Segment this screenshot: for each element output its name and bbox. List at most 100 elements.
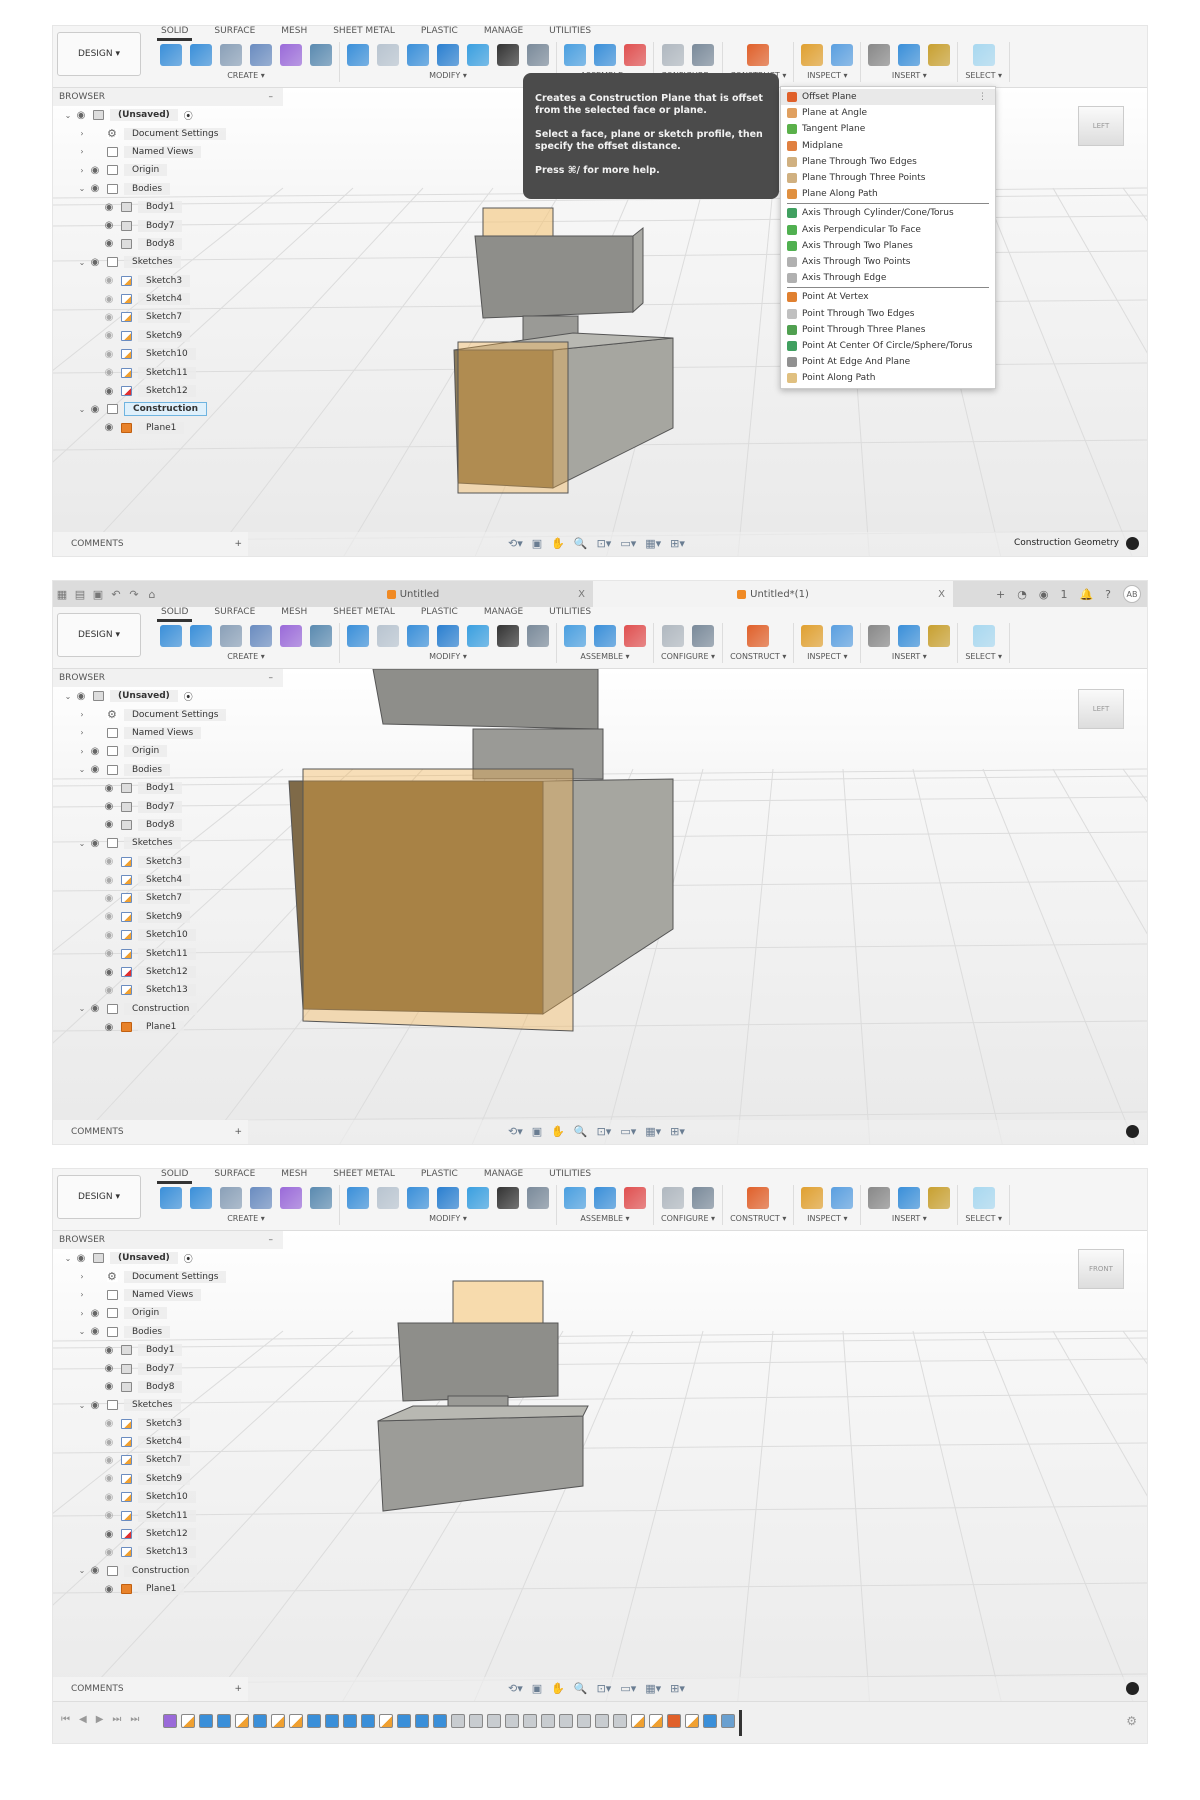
split-icon[interactable]: [310, 44, 332, 66]
tab-utilities[interactable]: UTILITIES: [549, 26, 591, 40]
browser-item-sketch4[interactable]: ◉ Sketch4: [53, 1433, 283, 1451]
select-dropdown[interactable]: SELECT ▾: [965, 652, 1002, 661]
expand-chevron-icon[interactable]: ⌄: [77, 1327, 87, 1336]
joint-icon[interactable]: [564, 1187, 586, 1209]
configure-dropdown[interactable]: CONFIGURE ▾: [661, 1214, 715, 1223]
model-body[interactable]: [377, 1415, 584, 1512]
menu-item-axis-through-edge[interactable]: Axis Through Edge: [781, 270, 995, 286]
browser-item-construction[interactable]: ⌄ ◉ Construction: [53, 1562, 283, 1580]
collapse-browser-button[interactable]: –: [269, 1235, 274, 1245]
activate-radio[interactable]: ⦿: [184, 690, 193, 703]
expand-chevron-icon[interactable]: ⌄: [77, 839, 87, 848]
fillet-icon[interactable]: [377, 625, 399, 647]
insert-derive-icon[interactable]: [868, 44, 891, 66]
menu-item-point-at-center-of-circle-sphere-torus[interactable]: Point At Center Of Circle/Sphere/Torus: [781, 338, 995, 354]
visibility-eye-icon[interactable]: ◉: [101, 1455, 117, 1466]
menu-item-point-at-vertex[interactable]: Point At Vertex: [781, 289, 995, 305]
new-component-icon[interactable]: [594, 625, 616, 647]
new-component-icon[interactable]: [594, 44, 616, 66]
document-tab[interactable]: Untitled X: [233, 581, 593, 607]
model-body[interactable]: [397, 1322, 559, 1402]
select-icon[interactable]: [972, 44, 995, 66]
visibility-eye-icon[interactable]: ◉: [101, 1529, 117, 1540]
grid-settings-icon[interactable]: ▦▾: [645, 1682, 661, 1695]
browser-item-document-settings[interactable]: › ⚙ Document Settings: [53, 1267, 283, 1285]
fit-icon[interactable]: ⊡▾: [597, 1125, 612, 1138]
modify-dropdown[interactable]: MODIFY ▾: [429, 71, 467, 80]
measure-icon[interactable]: [801, 1187, 824, 1209]
expand-chevron-icon[interactable]: ›: [77, 1290, 87, 1299]
tab-surface[interactable]: SURFACE: [214, 607, 255, 621]
browser-item-sketch13[interactable]: ◉ Sketch13: [53, 1543, 283, 1561]
visibility-eye-icon[interactable]: ◉: [87, 1326, 103, 1337]
visibility-eye-icon[interactable]: ◉: [101, 349, 117, 360]
avatar[interactable]: AB: [1123, 585, 1141, 603]
timeline-first-button[interactable]: ⏮: [61, 1714, 70, 1725]
timeline-settings-icon[interactable]: ⚙: [1126, 1714, 1137, 1728]
browser-item-plane1[interactable]: ◉ Plane1: [53, 1580, 283, 1598]
tab-sheet-metal[interactable]: SHEET METAL: [333, 26, 395, 40]
view-cube[interactable]: LEFT: [1078, 689, 1124, 729]
configure-icon[interactable]: [662, 44, 685, 66]
move-icon[interactable]: [497, 625, 519, 647]
browser-item-construction[interactable]: ⌄ ◉ Construction: [53, 1000, 283, 1018]
comments-panel[interactable]: COMMENTS +: [53, 1677, 248, 1701]
inspect-dropdown[interactable]: INSPECT ▾: [807, 652, 847, 661]
configure-dropdown[interactable]: CONFIGURE ▾: [661, 652, 715, 661]
browser-item-document-settings[interactable]: › ⚙ Document Settings: [53, 124, 283, 142]
browser-item-sketch3[interactable]: ◉ Sketch3: [53, 272, 283, 290]
expand-chevron-icon[interactable]: ⌄: [77, 1566, 87, 1575]
feature-icon[interactable]: [703, 1714, 717, 1728]
menu-item-plane-through-two-edges[interactable]: Plane Through Two Edges: [781, 154, 995, 170]
expand-chevron-icon[interactable]: ⌄: [63, 111, 73, 120]
look-at-icon[interactable]: ▣: [532, 1682, 542, 1695]
expand-chevron-icon[interactable]: ›: [77, 166, 87, 175]
browser-item-plane1[interactable]: ◉ Plane1: [53, 1018, 283, 1036]
press-pull-icon[interactable]: [347, 625, 369, 647]
table-icon[interactable]: [692, 44, 715, 66]
zoom-icon[interactable]: 🔍: [574, 1125, 588, 1138]
browser-item-unsaved[interactable]: ⌄ ◉ (Unsaved) ⦿: [53, 687, 283, 705]
chamfer-icon[interactable]: [407, 44, 429, 66]
visibility-eye-icon[interactable]: ◉: [101, 875, 117, 886]
save-icon[interactable]: ▣: [89, 588, 107, 601]
browser-item-named-views[interactable]: › Named Views: [53, 724, 283, 742]
menu-item-plane-at-angle[interactable]: Plane at Angle: [781, 105, 995, 121]
design-workspace-button[interactable]: DESIGN ▾: [57, 32, 141, 76]
browser-item-sketch11[interactable]: ◉ Sketch11: [53, 1506, 283, 1524]
visibility-eye-icon[interactable]: ◉: [87, 764, 103, 775]
grid-settings-icon[interactable]: ▦▾: [645, 537, 661, 550]
visibility-eye-icon[interactable]: ◉: [87, 257, 103, 268]
tab-solid[interactable]: SOLID: [156, 1169, 193, 1184]
visibility-eye-icon[interactable]: ◉: [101, 220, 117, 231]
table-icon[interactable]: [692, 625, 715, 647]
offset-plane-icon[interactable]: [747, 625, 770, 647]
create-dropdown[interactable]: CREATE ▾: [227, 71, 265, 80]
orbit-icon[interactable]: ⟲▾: [508, 537, 523, 550]
visibility-eye-icon[interactable]: ◉: [101, 238, 117, 249]
model-body[interactable]: [632, 226, 644, 314]
sketch-point-icon[interactable]: [250, 1187, 272, 1209]
extrude-icon[interactable]: [190, 625, 212, 647]
browser-item-named-views[interactable]: › Named Views: [53, 143, 283, 161]
browser-item-construction[interactable]: ⌄ ◉ Construction: [53, 400, 283, 418]
section-analysis-icon[interactable]: [831, 625, 854, 647]
browser-item-bodies[interactable]: ⌄ ◉ Bodies: [53, 1323, 283, 1341]
browser-item-origin[interactable]: › ◉ Origin: [53, 1304, 283, 1322]
browser-item-sketch9[interactable]: ◉ Sketch9: [53, 908, 283, 926]
table-icon[interactable]: [692, 1187, 715, 1209]
expand-chevron-icon[interactable]: ⌄: [77, 1401, 87, 1410]
timeline-play-button[interactable]: ▶: [96, 1714, 104, 1725]
viewports-icon[interactable]: ⊞▾: [670, 537, 685, 550]
new-component-icon[interactable]: [160, 1187, 182, 1209]
browser-item-sketch11[interactable]: ◉ Sketch11: [53, 363, 283, 381]
sketch-feature-icon[interactable]: [289, 1714, 303, 1728]
browser-item-body7[interactable]: ◉ Body7: [53, 216, 283, 234]
inspect-dropdown[interactable]: INSPECT ▾: [807, 1214, 847, 1223]
browser-item-origin[interactable]: › ◉ Origin: [53, 742, 283, 760]
expand-chevron-icon[interactable]: ›: [77, 1309, 87, 1318]
feature-icon[interactable]: [343, 1714, 357, 1728]
help-icon[interactable]: ?: [1105, 588, 1111, 601]
visibility-eye-icon[interactable]: ◉: [101, 1492, 117, 1503]
browser-item-sketch10[interactable]: ◉ Sketch10: [53, 1488, 283, 1506]
